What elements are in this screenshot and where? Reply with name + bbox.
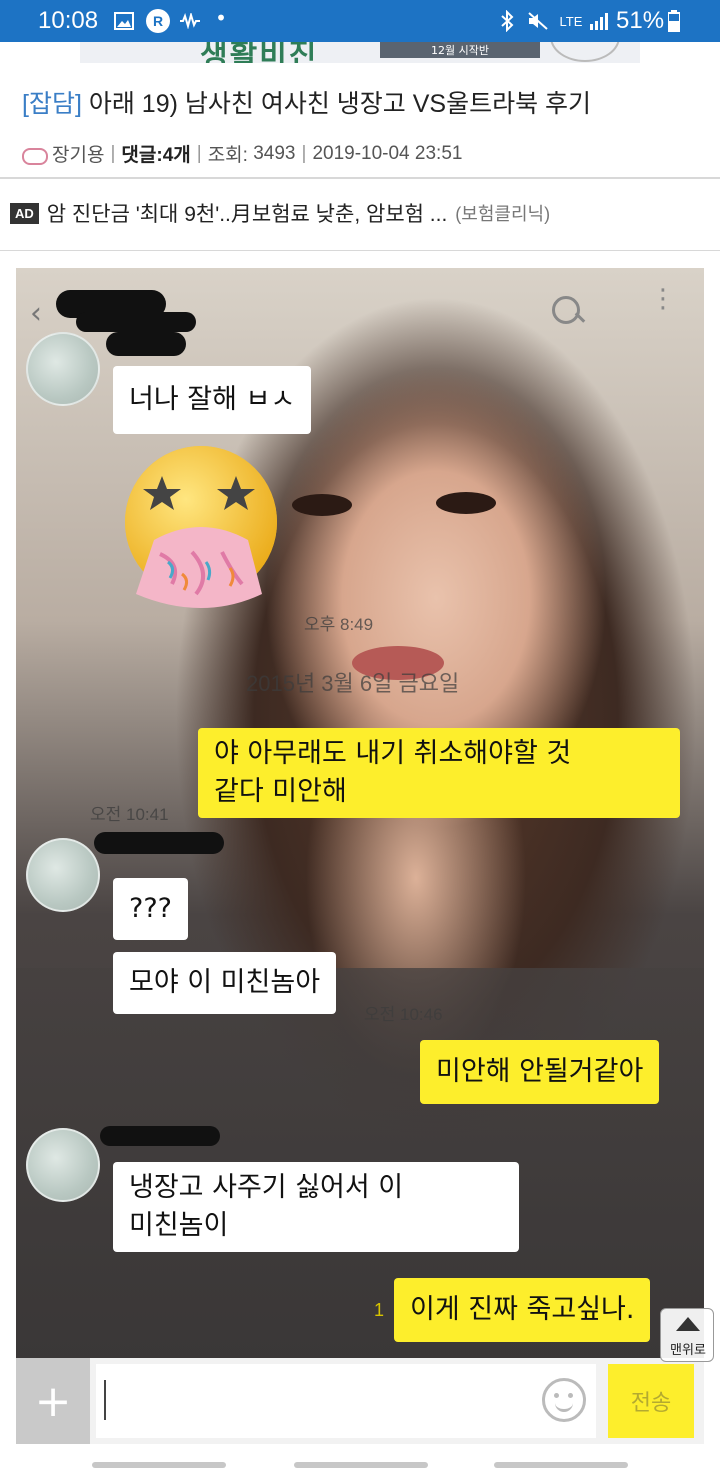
author-level-icon xyxy=(22,146,48,165)
unread-count: 1 xyxy=(374,1300,385,1320)
ad-row[interactable]: AD 암 진단금 '최대 9천'..月보험료 낮춘, 암보험 ... (보험클리… xyxy=(10,198,550,228)
send-button: 전송 xyxy=(608,1364,694,1438)
top-banner[interactable]: 생활비진 12월 시작반 xyxy=(80,42,640,63)
censored-name xyxy=(100,1126,220,1146)
banner-subtext: 12월 시작반 xyxy=(380,42,540,58)
signal-icon xyxy=(588,9,610,33)
mute-icon xyxy=(526,9,550,33)
post-category[interactable]: [잡담] xyxy=(22,90,82,118)
views-label: 조회: xyxy=(207,145,248,166)
wave-icon xyxy=(178,9,202,33)
avatar xyxy=(26,1128,100,1202)
scroll-to-top-label: 맨위로 xyxy=(670,1342,706,1357)
message-time: 오후 8:49 xyxy=(304,615,374,634)
post-meta: 장기용 | 댓글: 4개 | 조회: 3493 | 2019-10-04 23:5… xyxy=(22,140,462,167)
gesture-bar xyxy=(92,1462,226,1468)
banner-circle xyxy=(550,42,620,62)
arrow-up-icon xyxy=(676,1317,700,1331)
post-author[interactable]: 장기용 xyxy=(52,140,104,167)
ad-badge: AD xyxy=(10,202,39,224)
battery-percent: 51% xyxy=(616,7,665,34)
views-count: 3493 xyxy=(253,142,296,164)
search-icon xyxy=(552,296,584,328)
message-out-line: 야 아무래도 내기 취소해야할 것 xyxy=(214,738,572,769)
status-time: 10:08 xyxy=(38,7,99,34)
comments-label: 댓글: xyxy=(121,145,163,166)
chat-input-bar: + 전송 xyxy=(16,1358,704,1444)
date-separator: 2015년 3월 6일 금요일 xyxy=(246,671,460,696)
chat-back-icon: ‹ xyxy=(30,296,42,331)
meta-separator: | xyxy=(196,142,202,164)
status-bar: 10:08 R • LTE 51% xyxy=(0,0,720,42)
emoticon-icon xyxy=(542,1378,586,1422)
message-in: ??? xyxy=(113,878,188,940)
censored-name xyxy=(76,312,196,332)
meta-separator: | xyxy=(301,142,307,164)
text-caret xyxy=(104,1380,106,1420)
scroll-to-top-button[interactable]: 맨위로 xyxy=(660,1308,714,1362)
meta-separator: | xyxy=(110,142,116,164)
message-out: 이게 진짜 죽고싶나. xyxy=(394,1278,651,1342)
message-in-line: 냉장고 사주기 싫어서 이 xyxy=(129,1172,404,1203)
post-title: [잡담] 아래 19) 남사친 여사친 냉장고 VS울트라북 후기 xyxy=(22,84,591,120)
censored-name xyxy=(106,332,186,356)
r-app-icon: R xyxy=(146,9,170,33)
chat-screenshot-image: ‹ ⋮ 너나 잘해 ㅂㅅ 오후 8:49 2015년 3월 6일 금요일 야 아… xyxy=(16,268,704,1444)
plus-icon: + xyxy=(16,1358,90,1444)
message-in: 너나 잘해 ㅂㅅ xyxy=(113,366,312,434)
gesture-bar xyxy=(494,1462,628,1468)
battery-icon xyxy=(666,9,682,33)
divider xyxy=(0,250,720,251)
more-vertical-icon: ⋮ xyxy=(650,284,676,314)
message-time: 오전 10:46 xyxy=(364,1005,443,1024)
censored-name xyxy=(94,832,224,854)
bluetooth-icon xyxy=(496,9,518,33)
message-out: 야 아무래도 내기 취소해야할 것 같다 미안해 xyxy=(198,728,680,818)
gesture-bar xyxy=(294,1462,428,1468)
avatar xyxy=(26,332,100,406)
background-photo-eye xyxy=(292,494,352,516)
post-title-text: 아래 19) 남사친 여사친 냉장고 VS울트라북 후기 xyxy=(81,90,592,118)
message-in: 모야 이 미친놈아 xyxy=(113,952,337,1014)
divider xyxy=(0,177,720,179)
message-in-line: 미친놈이 xyxy=(129,1210,229,1241)
comments-count[interactable]: 4개 xyxy=(163,140,191,167)
gallery-icon xyxy=(112,9,136,33)
lte-icon: LTE xyxy=(559,13,583,29)
vomiting-star-eyes-emoji xyxy=(125,446,277,608)
message-input xyxy=(96,1364,596,1438)
avatar xyxy=(26,838,100,912)
banner-text: 생활비진 xyxy=(200,42,319,63)
message-in: 냉장고 사주기 싫어서 이 미친놈이 xyxy=(113,1162,519,1252)
post-datetime: 2019-10-04 23:51 xyxy=(312,142,463,164)
dot-icon: • xyxy=(215,6,227,30)
background-photo-eye xyxy=(436,492,496,514)
ad-source: (보험클리닉) xyxy=(455,204,551,224)
message-time: 오전 10:41 xyxy=(90,805,169,824)
message-out: 미안해 안될거같아 xyxy=(420,1040,660,1104)
ad-text[interactable]: 암 진단금 '최대 9천'..月보험료 낮춘, 암보험 ... xyxy=(47,198,448,228)
message-out-line: 같다 미안해 xyxy=(214,776,347,807)
